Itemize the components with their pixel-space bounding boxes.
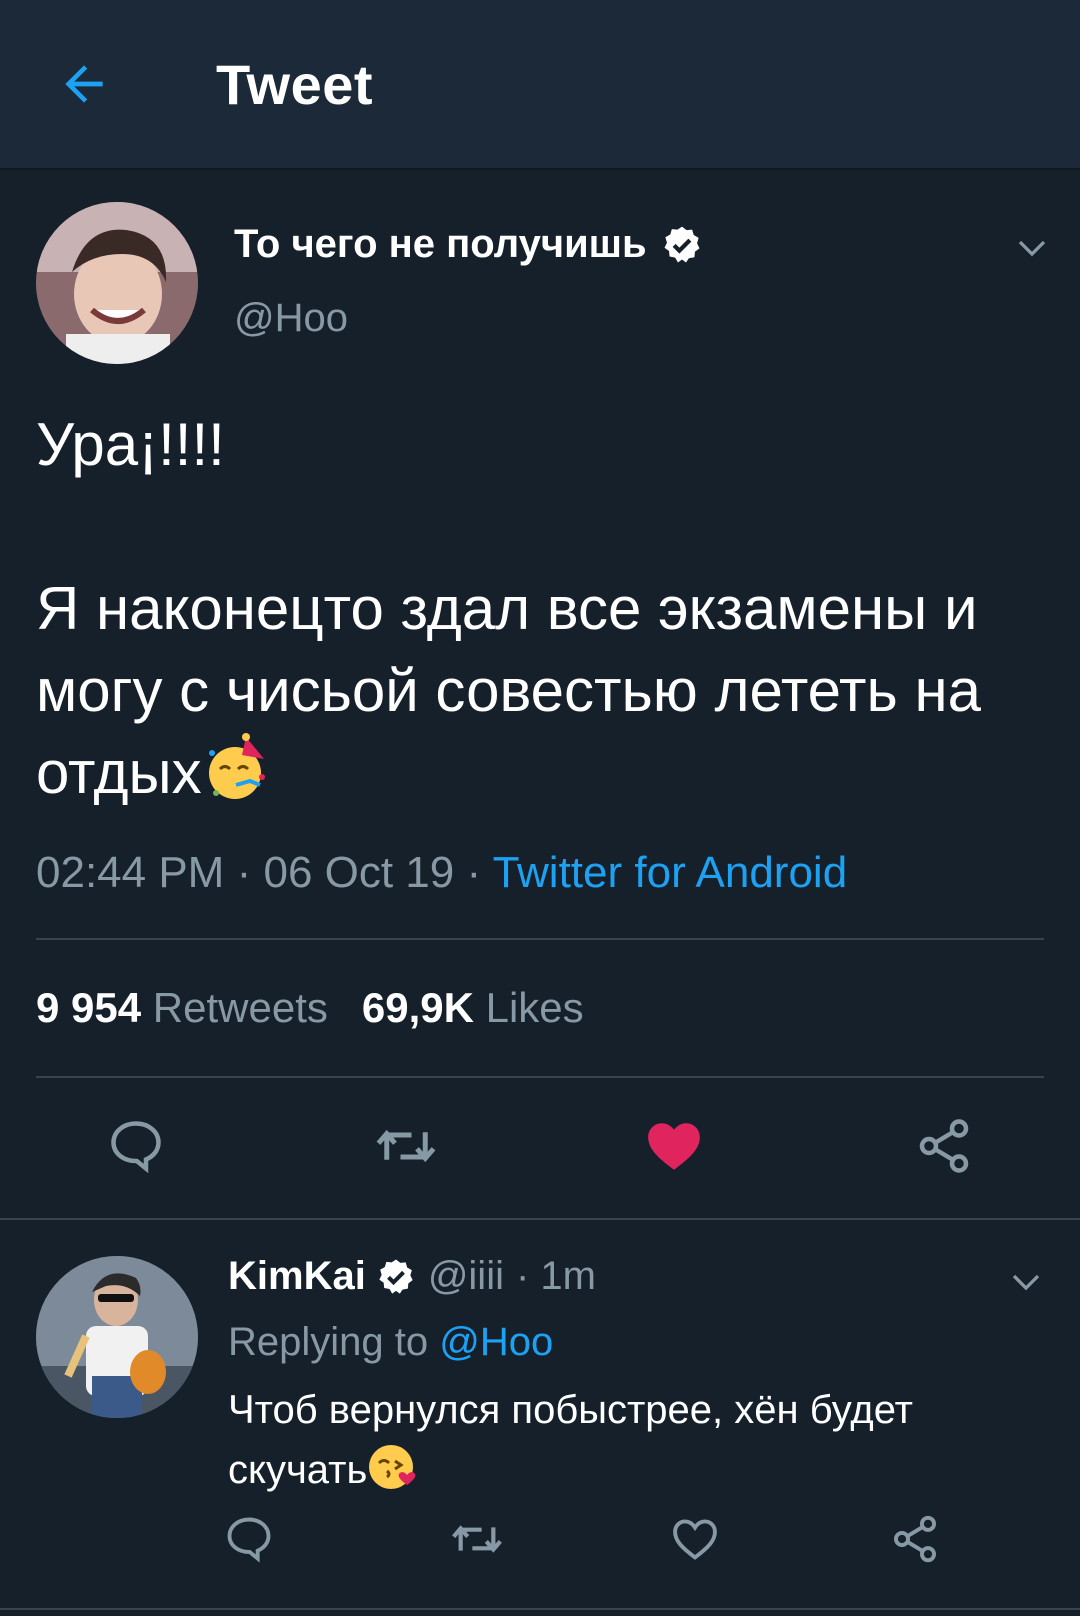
divider — [0, 1608, 1080, 1610]
tweet-source-link[interactable]: Twitter for Android — [493, 848, 848, 897]
divider — [0, 1218, 1080, 1220]
meta-separator: · — [236, 848, 252, 897]
likes-label: Likes — [485, 984, 584, 1031]
reply-author-handle[interactable]: @iiii — [428, 1254, 504, 1299]
retweets-count: 9 954 — [36, 984, 142, 1031]
retweets-label: Retweets — [152, 984, 328, 1031]
page-title: Tweet — [216, 53, 374, 116]
divider — [36, 938, 1044, 940]
share-button[interactable] — [904, 1106, 984, 1186]
more-options-chevron-down-icon[interactable] — [1008, 224, 1056, 272]
reply-text: Чтоб вернулся побыстрее, хён будет скуча… — [228, 1380, 1048, 1500]
reply-time: · 1m — [515, 1254, 596, 1298]
verified-badge-icon — [661, 224, 703, 266]
tweet-text-line1: Ура¡!!!! — [36, 411, 225, 478]
comment-icon — [227, 1517, 271, 1563]
top-bar: Tweet — [0, 0, 1080, 170]
comment-icon — [111, 1121, 161, 1174]
heart-filled-icon — [648, 1123, 700, 1170]
replying-to-label: Replying to — [228, 1320, 429, 1364]
tweet-text: Ура¡!!!! Я наконецто здал все экзамены и… — [36, 404, 1046, 814]
share-icon — [919, 1119, 969, 1173]
tweet-stats: 9 954 Retweets 69,9K Likes — [36, 984, 584, 1032]
reply-retweet-button[interactable] — [442, 1504, 512, 1574]
replying-to: Replying to @Hoo — [228, 1320, 553, 1365]
meta-separator-2: · — [466, 848, 482, 897]
tweet-time: 02:44 PM — [36, 848, 225, 897]
like-button[interactable] — [634, 1106, 714, 1186]
author-handle[interactable]: @Hoo — [234, 296, 348, 341]
reply-like-button[interactable] — [660, 1504, 730, 1574]
verified-badge-icon — [376, 1257, 416, 1297]
kiss-face-icon — [367, 1441, 419, 1493]
retweet-button[interactable] — [366, 1106, 446, 1186]
retweet-icon — [376, 1129, 436, 1163]
partying-face-icon — [202, 733, 272, 803]
arrow-left-icon — [65, 65, 103, 103]
author-name-text: То чего не получишь — [234, 222, 647, 266]
reply-author-name[interactable]: KimKai — [228, 1254, 366, 1299]
retweet-icon — [452, 1525, 502, 1553]
retweets-stat[interactable]: 9 954 Retweets — [36, 984, 328, 1031]
likes-stat[interactable]: 69,9K Likes — [362, 984, 584, 1031]
likes-count: 69,9K — [361, 984, 474, 1031]
back-button[interactable] — [52, 52, 116, 116]
heart-outline-icon — [673, 1519, 717, 1560]
divider — [36, 1076, 1044, 1078]
tweet-date: 06 Oct 19 — [263, 848, 455, 897]
reply-reply-button[interactable] — [214, 1504, 284, 1574]
reply-header: KimKai @iiii · 1m — [228, 1254, 596, 1299]
reply-text-body: Чтоб вернулся побыстрее, хён будет скуча… — [228, 1388, 913, 1492]
reply-button[interactable] — [96, 1106, 176, 1186]
tweet-text-body: Я наконецто здал все экзамены и могу с ч… — [36, 575, 998, 806]
reply-author-avatar[interactable] — [36, 1256, 198, 1418]
reply-more-options-chevron-down-icon[interactable] — [1002, 1258, 1050, 1306]
replying-to-mention[interactable]: @Hoo — [439, 1320, 553, 1364]
author-avatar[interactable] — [36, 202, 198, 364]
author-name[interactable]: То чего не получишь — [234, 222, 703, 267]
reply-share-button[interactable] — [880, 1504, 950, 1574]
tweet-meta: 02:44 PM · 06 Oct 19 · Twitter for Andro… — [36, 848, 847, 898]
share-icon — [893, 1515, 937, 1563]
